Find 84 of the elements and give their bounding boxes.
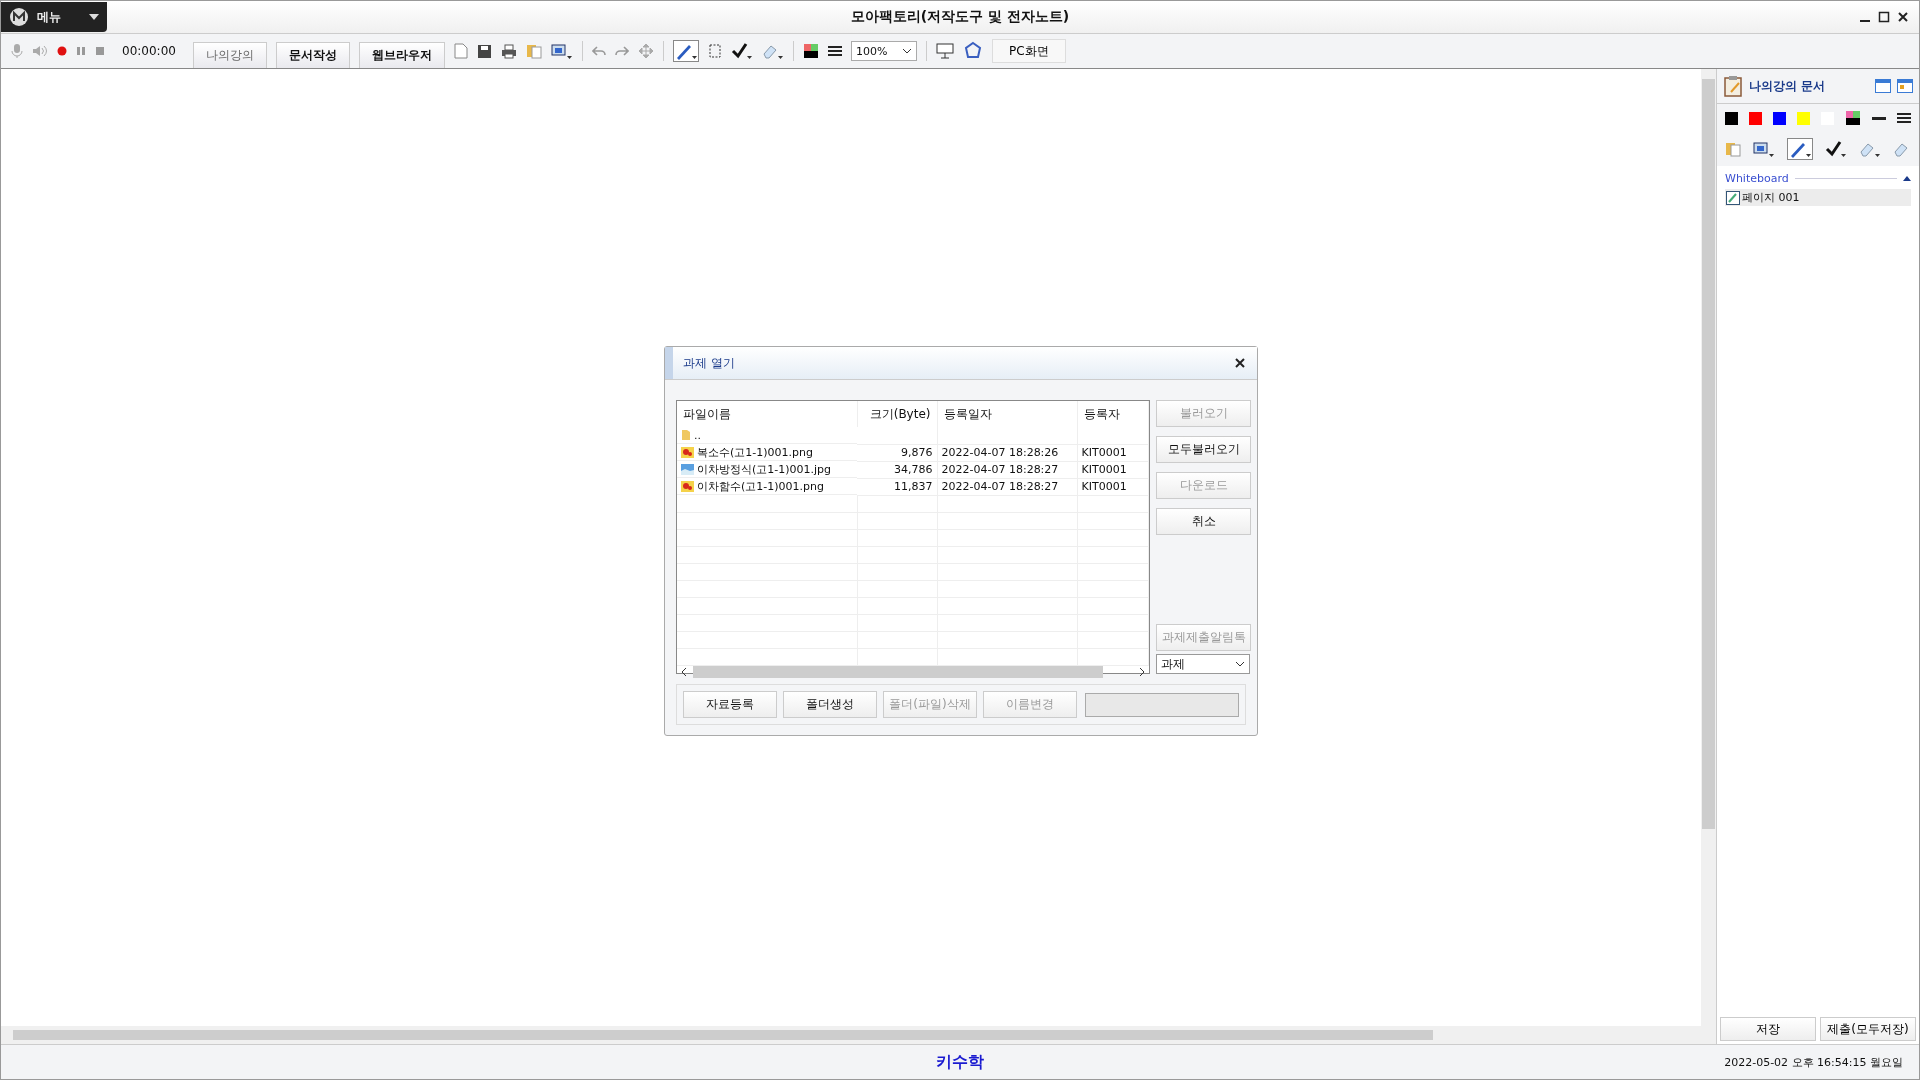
- page-item[interactable]: 페이지 001: [1725, 189, 1911, 206]
- column-header[interactable]: 등록일자: [937, 401, 1077, 427]
- size-cell: 34,786: [894, 463, 933, 476]
- screen-select-icon[interactable]: [1753, 141, 1775, 157]
- presentation-icon[interactable]: [935, 43, 954, 59]
- scroll-left-icon[interactable]: [681, 667, 687, 676]
- status-datetime: 2022-05-02 오후 16:54:15 월요일: [1724, 1054, 1903, 1070]
- close-icon[interactable]: [1897, 11, 1909, 23]
- file-name-cell[interactable]: ..: [677, 427, 857, 444]
- pc-screen-button[interactable]: PC화면: [991, 39, 1066, 63]
- image-file-icon: [681, 480, 694, 492]
- title-stripe: [665, 347, 673, 379]
- size-cell: 9,876: [901, 446, 933, 459]
- dialog-title: 과제 열기: [683, 354, 736, 372]
- selection-icon[interactable]: [707, 43, 722, 59]
- column-header[interactable]: 파일이름: [677, 401, 857, 427]
- color-swatch[interactable]: [1797, 111, 1810, 125]
- maximize-icon[interactable]: [1878, 11, 1890, 23]
- checkmark-icon[interactable]: [1825, 140, 1847, 158]
- column-header[interactable]: 등록자: [1077, 401, 1149, 427]
- palette-icon[interactable]: [1845, 110, 1861, 126]
- vertical-scrollbar[interactable]: [1701, 69, 1716, 1026]
- toolbar-tab[interactable]: 문서작성: [275, 42, 350, 68]
- collapse-icon[interactable]: [1903, 176, 1911, 181]
- pause-icon[interactable]: [76, 46, 86, 56]
- column-header[interactable]: 크기(Byte): [857, 401, 937, 427]
- size-cell: 11,837: [894, 480, 933, 493]
- dialog-button[interactable]: 취소: [1156, 508, 1251, 535]
- screen-select-icon[interactable]: [550, 43, 573, 59]
- chevron-icon: [1235, 661, 1245, 667]
- print-icon[interactable]: [500, 43, 517, 59]
- checkmark-icon[interactable]: [730, 42, 753, 60]
- file-name-cell[interactable]: 복소수(고1-1)001.png: [677, 444, 857, 461]
- polygon-icon[interactable]: [962, 41, 983, 61]
- new-document-icon[interactable]: [453, 43, 468, 59]
- input-field[interactable]: [1085, 693, 1239, 717]
- color-swatch[interactable]: [1725, 111, 1738, 125]
- scroll-right-icon[interactable]: [1139, 667, 1145, 676]
- clipboard-icon: [1723, 75, 1743, 97]
- landscape-file-icon: [681, 463, 694, 475]
- color-swatch[interactable]: [1773, 111, 1786, 125]
- dialog-button[interactable]: 폴더생성: [783, 691, 877, 718]
- detail-view-icon[interactable]: [1897, 79, 1913, 93]
- line-width-icon[interactable]: [1897, 112, 1911, 124]
- panel-button[interactable]: 제출(모두저장): [1820, 1017, 1916, 1041]
- date-cell: 2022-04-07 18:28:27: [941, 463, 1059, 476]
- chevron-icon: [901, 48, 912, 54]
- date-cell: 2022-04-07 18:28:26: [941, 446, 1059, 459]
- caret-icon: [89, 14, 99, 20]
- dialog-button[interactable]: 자료등록: [683, 691, 777, 718]
- panel-title: 나의강의 문서: [1749, 77, 1827, 95]
- toolbar-tab[interactable]: 웹브라우저: [358, 42, 445, 68]
- close-icon[interactable]: [1235, 358, 1245, 368]
- status-text: 키수학: [936, 1051, 984, 1073]
- zoom-dropdown[interactable]: 100%: [850, 41, 917, 61]
- color-swatch[interactable]: [1749, 111, 1762, 125]
- menu-button[interactable]: 메뉴: [1, 2, 107, 32]
- date-cell: 2022-04-07 18:28:27: [941, 480, 1059, 493]
- pen-icon[interactable]: [672, 40, 699, 62]
- category-dropdown[interactable]: 과제: [1156, 654, 1250, 674]
- image-file-icon: [681, 446, 694, 458]
- timer: 00:00:00: [122, 44, 176, 58]
- stop-icon[interactable]: [95, 46, 105, 56]
- dialog-button[interactable]: 모두불러오기: [1156, 436, 1251, 463]
- save-icon[interactable]: [476, 43, 492, 59]
- file-name-cell[interactable]: 이차함수(고1-1)001.png: [677, 478, 857, 495]
- logo-icon: [9, 7, 29, 27]
- panel-button[interactable]: 저장: [1720, 1017, 1816, 1041]
- window-title: 모아팩토리(저작도구 및 전자노트): [850, 8, 1070, 26]
- redo-icon[interactable]: [614, 45, 629, 57]
- pen-icon[interactable]: [1787, 138, 1813, 160]
- page-edit-icon: [1726, 190, 1740, 205]
- undo-icon[interactable]: [591, 45, 606, 57]
- owner-cell: KIT0001: [1081, 480, 1127, 493]
- file-name-cell[interactable]: 이차방정식(고1-1)001.jpg: [677, 461, 857, 478]
- palette-icon[interactable]: [802, 43, 819, 59]
- horizontal-scrollbar[interactable]: [1, 1026, 1716, 1044]
- folder-icon: [681, 429, 691, 441]
- owner-cell: KIT0001: [1081, 446, 1127, 459]
- list-view-icon[interactable]: [1875, 79, 1891, 93]
- section-title: Whiteboard: [1725, 172, 1789, 185]
- record-icon[interactable]: [57, 46, 67, 56]
- line-width-icon[interactable]: [827, 45, 842, 57]
- owner-cell: KIT0001: [1081, 463, 1127, 476]
